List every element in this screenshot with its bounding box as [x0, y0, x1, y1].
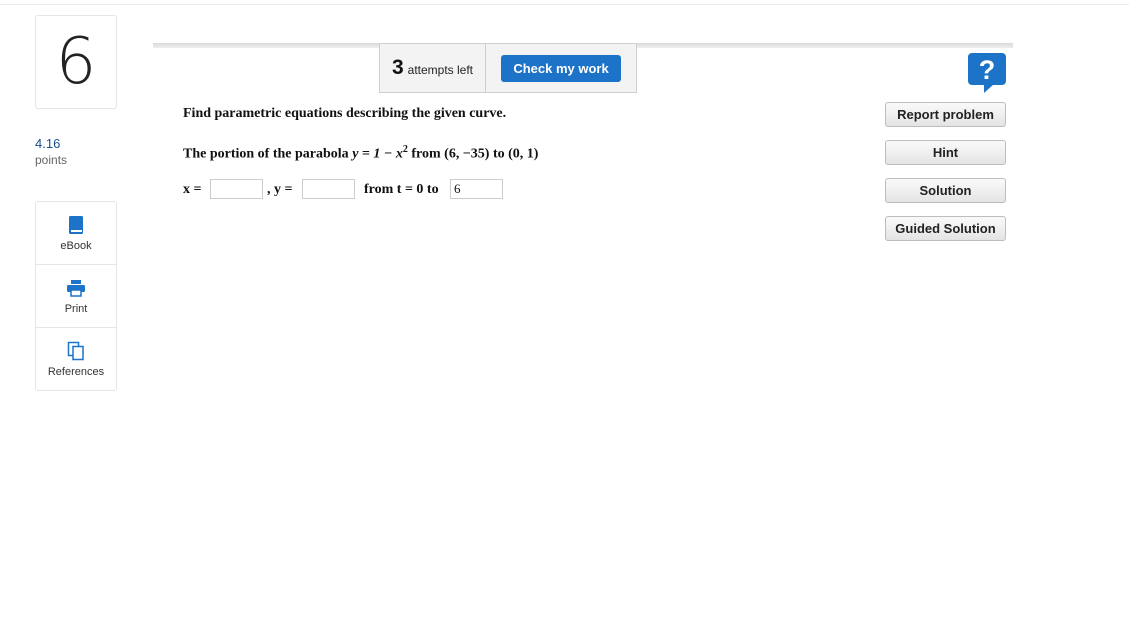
y-label: , y = [267, 182, 293, 197]
problem-statement: The portion of the parabola y = 1 − x2 f… [183, 144, 538, 163]
curve-prefix: The portion of the parabola [183, 146, 353, 162]
svg-text:?: ? [979, 55, 996, 85]
points-label: points [35, 153, 68, 167]
print-button[interactable]: Print [36, 265, 116, 328]
attempts-text: attempts left [407, 62, 474, 77]
guided-solution-button[interactable]: Guided Solution [885, 216, 1006, 241]
attempts-indicator: 3 attempts left [379, 43, 486, 93]
attempts-count: 3 [391, 56, 404, 79]
book-icon [68, 214, 84, 236]
ebook-label: eBook [60, 240, 92, 252]
top-divider [0, 4, 1129, 5]
t-range-label: from t = 0 to [364, 182, 439, 197]
assignment-page: 6 4.16 points eBook Print References 3 a… [0, 0, 1129, 639]
ebook-button[interactable]: eBook [36, 202, 116, 265]
check-my-work-button[interactable]: Check my work [501, 54, 621, 82]
curve-equation: y = 1 − x [352, 146, 403, 162]
hint-button[interactable]: Hint [885, 140, 1006, 165]
references-button[interactable]: References [36, 328, 116, 390]
points-value: 4.16 [35, 136, 61, 151]
curve-suffix: from (6, −35) to (0, 1) [407, 146, 539, 162]
report-problem-button[interactable]: Report problem [885, 102, 1006, 127]
x-label: x = [183, 182, 202, 197]
printer-icon [66, 277, 86, 299]
y-answer-input[interactable] [302, 179, 355, 199]
question-number: 6 [35, 15, 117, 109]
print-label: Print [64, 303, 88, 315]
question-mark-icon[interactable]: ? [968, 53, 1006, 93]
problem-instruction: Find parametric equations describing the… [183, 106, 507, 121]
references-label: References [47, 366, 105, 378]
check-work-container: Check my work [485, 43, 637, 93]
copy-icon [67, 340, 85, 362]
tools-panel: eBook Print References [35, 201, 117, 391]
t-end-input[interactable] [450, 179, 503, 199]
x-answer-input[interactable] [210, 179, 263, 199]
solution-button[interactable]: Solution [885, 178, 1006, 203]
